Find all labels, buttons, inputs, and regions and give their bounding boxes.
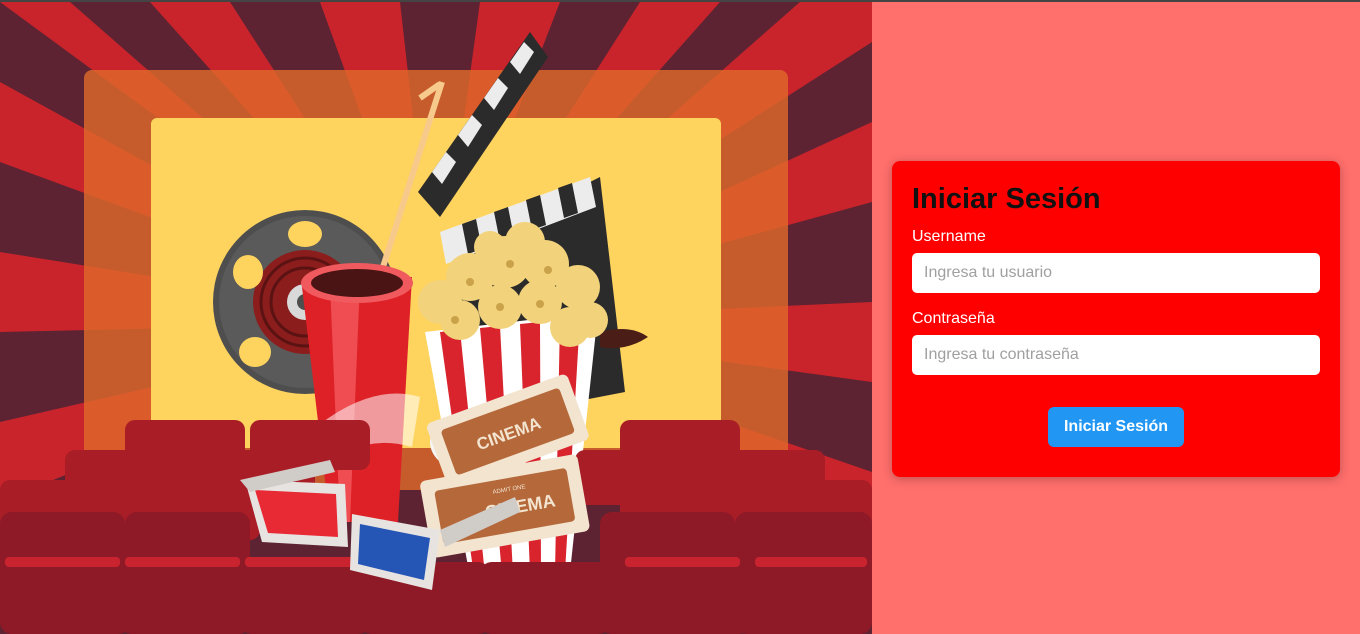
cinema-illustration: CINEMA ADMIT ONE CINEMA (0, 2, 872, 634)
login-panel: Iniciar Sesión Username Contraseña Inici… (872, 2, 1360, 634)
password-label: Contraseña (912, 310, 995, 327)
password-input[interactable] (912, 335, 1320, 375)
username-input[interactable] (912, 253, 1320, 293)
username-label: Username (912, 228, 986, 245)
login-page: CINEMA ADMIT ONE CINEMA Iniciar Sesión U… (0, 0, 1360, 634)
login-button[interactable]: Iniciar Sesión (1047, 407, 1185, 447)
login-form: Iniciar Sesión Username Contraseña Inici… (892, 161, 1340, 477)
login-title: Iniciar Sesión (912, 183, 1101, 215)
submit-row: Iniciar Sesión (912, 407, 1320, 447)
